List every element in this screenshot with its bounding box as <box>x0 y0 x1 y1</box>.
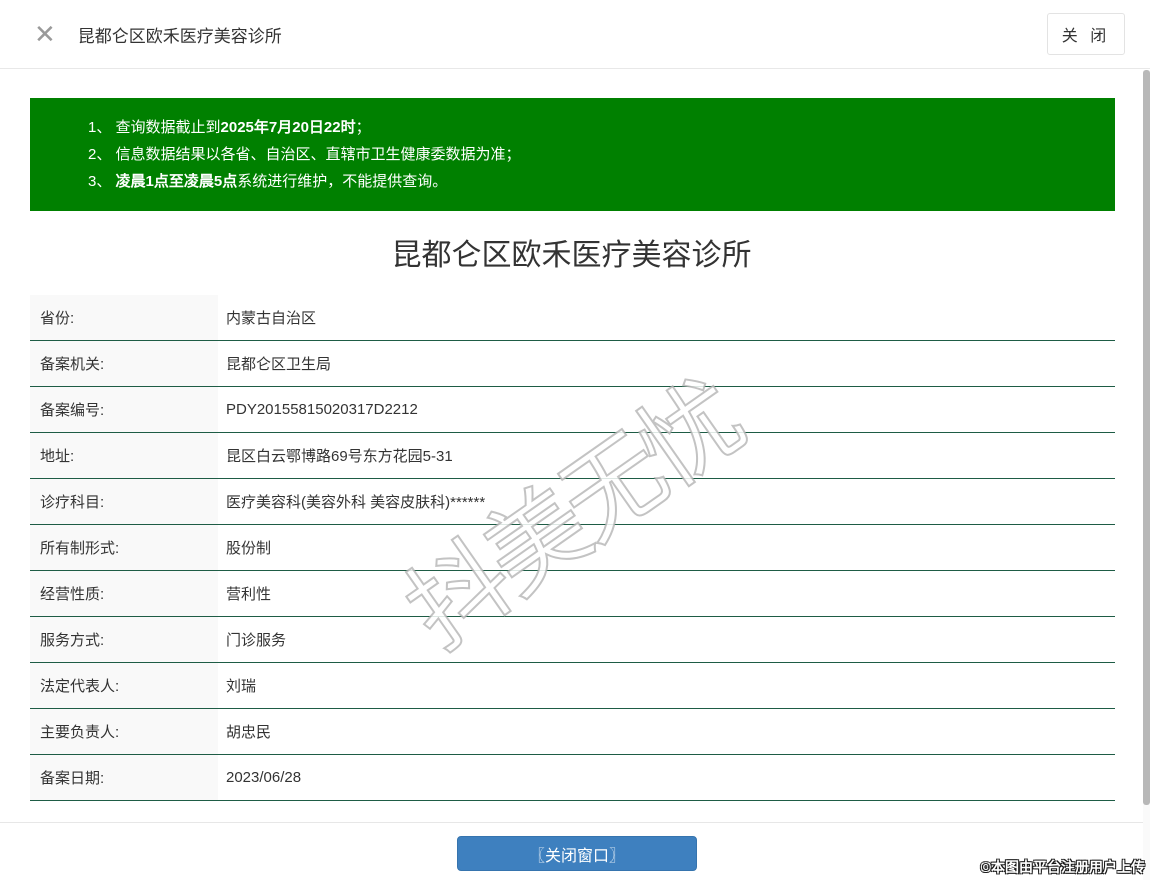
field-label: 主要负责人: <box>30 709 218 754</box>
field-label: 服务方式: <box>30 617 218 662</box>
field-value: 胡忠民 <box>226 724 272 741</box>
field-label: 经营性质: <box>30 571 218 616</box>
scrollbar-thumb[interactable] <box>1143 70 1150 805</box>
close-x-icon[interactable]: ✕ <box>34 21 56 47</box>
field-label: 省份: <box>30 295 218 340</box>
notice-list: 1、 查询数据截止到2025年7月20日22时； 2、 信息数据结果以各省、自治区… <box>88 114 1095 195</box>
table-row: 经营性质: 营利性 <box>30 571 1115 617</box>
field-value: 2023/06/28 <box>226 769 302 786</box>
header-bar: ✕ 昆都仑区欧禾医疗美容诊所 关 闭 <box>0 0 1150 69</box>
corner-watermark: ©本图由平台注册用户上传 <box>980 859 1145 875</box>
footer-divider <box>0 822 1150 823</box>
field-label: 法定代表人: <box>30 663 218 708</box>
table-row: 备案日期: 2023/06/28 <box>30 755 1115 801</box>
table-row: 所有制形式: 股份制 <box>30 525 1115 571</box>
field-label: 地址: <box>30 433 218 478</box>
scrollbar-track[interactable] <box>1143 70 1150 880</box>
table-row: 法定代表人: 刘瑞 <box>30 663 1115 709</box>
table-row: 备案编号: PDY20155815020317D2212 <box>30 387 1115 433</box>
field-value: 昆区白云鄂博路69号东方花园5-31 <box>226 448 453 465</box>
field-value: 内蒙古自治区 <box>226 310 317 327</box>
field-label: 备案机关: <box>30 341 218 386</box>
registration-detail-page: ✕ 昆都仑区欧禾医疗美容诊所 关 闭 1、 查询数据截止到2025年7月20日2… <box>0 0 1150 880</box>
close-window-button[interactable]: 〖关闭窗口〗 <box>457 836 697 871</box>
field-label: 备案编号: <box>30 387 218 432</box>
field-value: 昆都仑区卫生局 <box>226 356 332 373</box>
field-value: 门诊服务 <box>226 632 287 649</box>
notice-line: 3、 凌晨1点至凌晨5点系统进行维护，不能提供查询。 <box>88 173 448 190</box>
header-title: 昆都仑区欧禾医疗美容诊所 <box>77 26 282 46</box>
field-value: 股份制 <box>226 540 272 557</box>
table-row: 服务方式: 门诊服务 <box>30 617 1115 663</box>
info-table: 省份: 内蒙古自治区 备案机关: 昆都仑区卫生局 备案编号: PDY20155815020… <box>30 295 1115 801</box>
field-label: 所有制形式: <box>30 525 218 570</box>
table-row: 主要负责人: 胡忠民 <box>30 709 1115 755</box>
table-row: 备案机关: 昆都仑区卫生局 <box>30 341 1115 387</box>
notice-line: 1、 查询数据截止到2025年7月20日22时； <box>88 119 371 136</box>
close-button[interactable]: 关 闭 <box>1047 13 1125 55</box>
content-area: 1、 查询数据截止到2025年7月20日22时； 2、 信息数据结果以各省、自治区… <box>0 70 1143 880</box>
field-label: 备案日期: <box>30 755 218 800</box>
table-row: 地址: 昆区白云鄂博路69号东方花园5-31 <box>30 433 1115 479</box>
field-value: 医疗美容科(美容外科 美容皮肤科)****** <box>226 494 486 511</box>
page-title: 昆都仑区欧禾医疗美容诊所 <box>391 239 752 272</box>
field-value: PDY20155815020317D2212 <box>226 401 418 418</box>
field-value: 营利性 <box>226 586 272 603</box>
table-row: 诊疗科目: 医疗美容科(美容外科 美容皮肤科)****** <box>30 479 1115 525</box>
field-value: 刘瑞 <box>226 678 257 695</box>
notice-line: 2、 信息数据结果以各省、自治区、直辖市卫生健康委数据为准； <box>88 146 521 163</box>
field-label: 诊疗科目: <box>30 479 218 524</box>
notice-box: 1、 查询数据截止到2025年7月20日22时； 2、 信息数据结果以各省、自治区… <box>30 98 1115 211</box>
table-row: 省份: 内蒙古自治区 <box>30 295 1115 341</box>
